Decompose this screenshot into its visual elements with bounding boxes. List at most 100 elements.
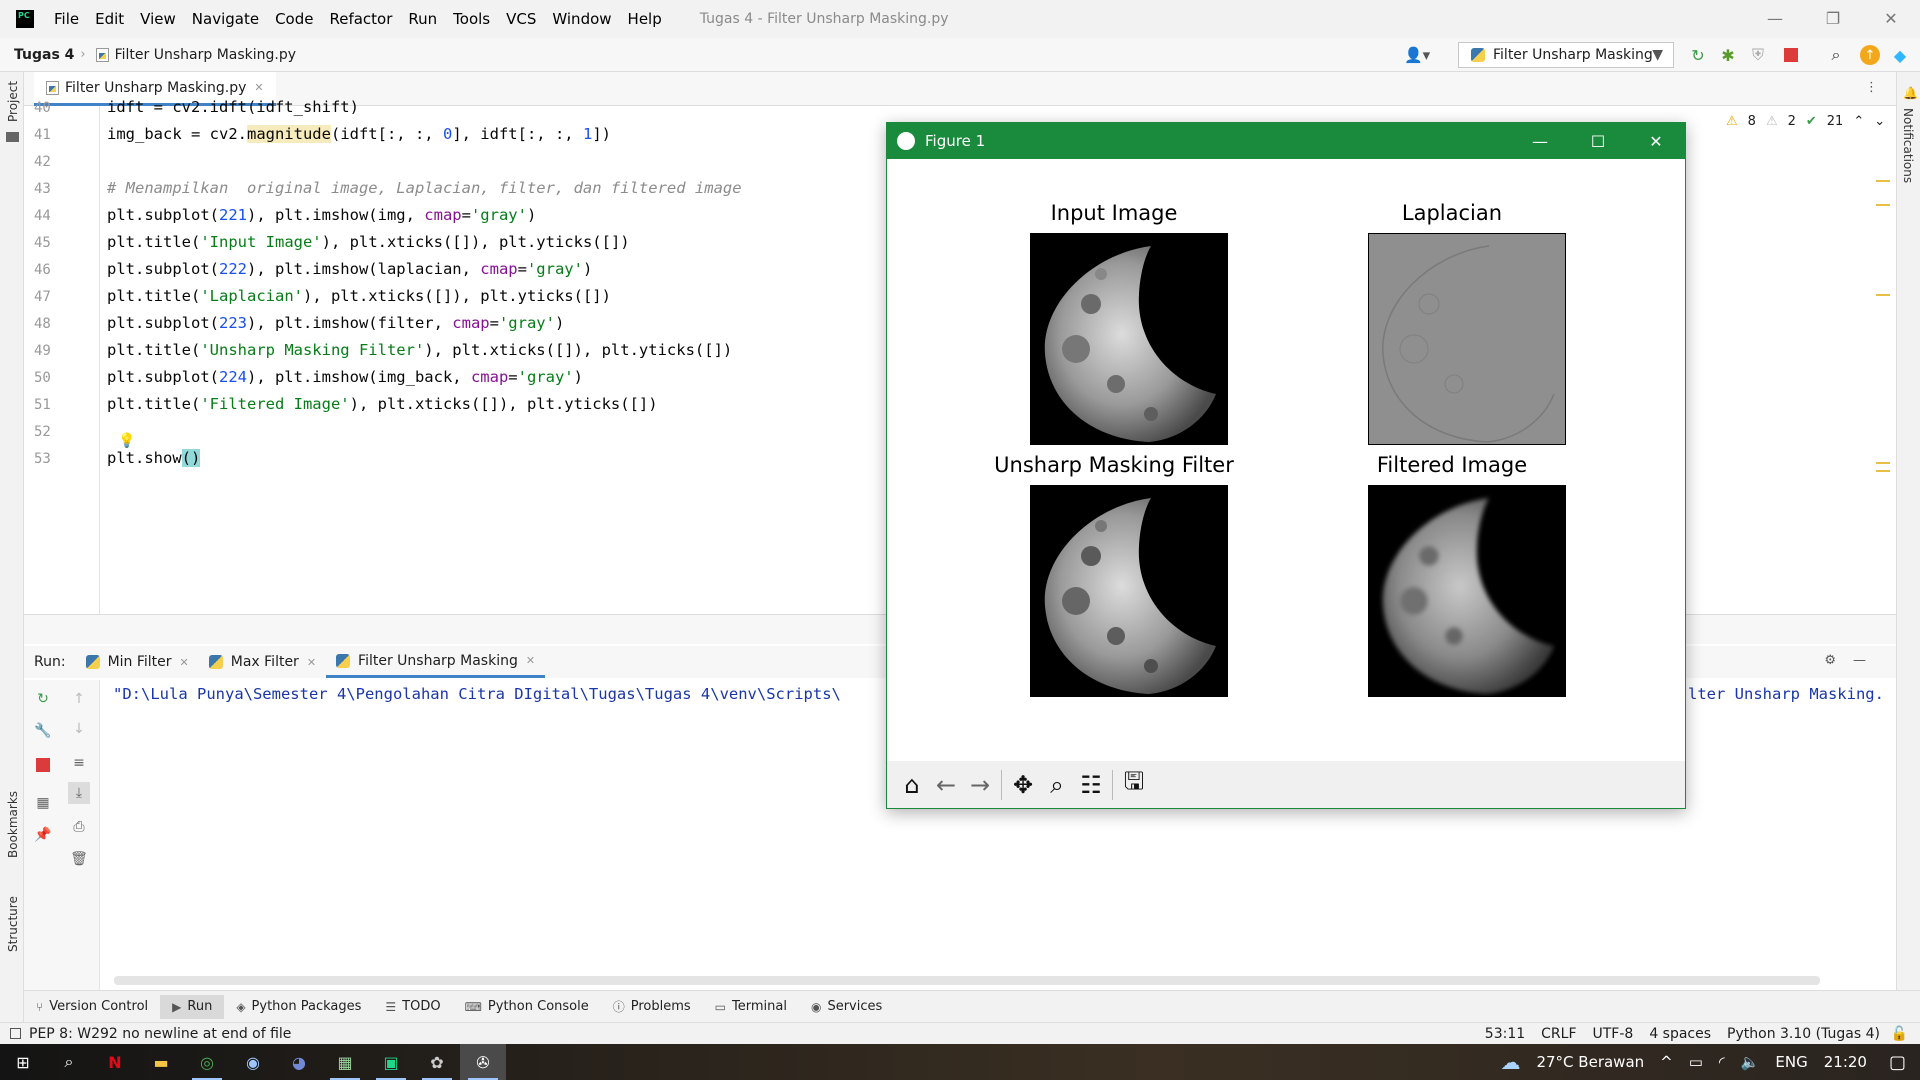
close-tab-icon[interactable]: ✕ xyxy=(254,81,263,94)
hide-panel-icon[interactable]: — xyxy=(1853,653,1866,668)
breadcrumb-project[interactable]: Tugas 4 xyxy=(0,47,74,63)
terminal-tool-button[interactable]: ▭ Terminal xyxy=(703,995,799,1019)
problems-tool-button[interactable]: ⓘ Problems xyxy=(601,995,703,1019)
jetbrains-icon[interactable]: ◆ xyxy=(1890,45,1910,65)
home-icon[interactable]: ⌂ xyxy=(895,768,929,802)
python-packages-tool-button[interactable]: ◈ Python Packages xyxy=(224,995,373,1019)
trash-icon[interactable]: 🗑 xyxy=(68,848,90,870)
calculator-icon[interactable]: ▦ xyxy=(322,1044,368,1080)
python-icon[interactable]: ✿ xyxy=(414,1044,460,1080)
user-icon[interactable]: 👤▾ xyxy=(1404,46,1430,64)
discord-icon[interactable]: ◕ xyxy=(276,1044,322,1080)
menu-tools[interactable]: Tools xyxy=(445,10,498,28)
scroll-to-end-icon[interactable]: ⤓ xyxy=(68,782,90,804)
clock[interactable]: 21:20 xyxy=(1816,1053,1875,1071)
windows-start-icon[interactable]: ⊞ xyxy=(0,1044,46,1080)
error-stripe-marker[interactable] xyxy=(1876,470,1890,472)
minimize-icon[interactable]: — xyxy=(1746,0,1804,36)
arrow-down-icon[interactable]: ↓ xyxy=(68,718,90,740)
line-separator[interactable]: CRLF xyxy=(1541,1026,1576,1042)
run-tab-filter-unsharp-masking[interactable]: Filter Unsharp Masking ✕ xyxy=(326,646,546,678)
status-toggle-icon[interactable] xyxy=(10,1028,21,1039)
weather-cloud-icon[interactable]: ☁ xyxy=(1492,1050,1528,1074)
back-arrow-icon[interactable]: ← xyxy=(929,768,963,802)
error-stripe-marker[interactable] xyxy=(1876,180,1890,182)
python-console-tool-button[interactable]: ⌨ Python Console xyxy=(453,995,601,1019)
menu-edit[interactable]: Edit xyxy=(87,10,132,28)
forward-arrow-icon[interactable]: → xyxy=(963,768,997,802)
error-stripe-marker[interactable] xyxy=(1876,462,1890,464)
pin-icon[interactable]: 📌 xyxy=(32,824,54,846)
bookmarks-tool-button[interactable]: Bookmarks xyxy=(6,791,20,858)
search-icon[interactable]: ⌕ xyxy=(46,1044,92,1080)
python-interpreter[interactable]: Python 3.10 (Tugas 4) xyxy=(1727,1026,1880,1042)
close-icon[interactable]: ✕ xyxy=(1862,0,1920,36)
run-config-select[interactable]: Filter Unsharp Masking ▼ xyxy=(1458,42,1674,68)
chevron-up-icon[interactable]: ^ xyxy=(1652,1053,1681,1071)
run-tool-button[interactable]: ▶ Run xyxy=(160,994,225,1019)
soft-wrap-icon[interactable]: ≡ xyxy=(68,752,90,774)
menu-navigate[interactable]: Navigate xyxy=(184,10,267,28)
chrome-icon[interactable]: ◎ xyxy=(184,1044,230,1080)
horizontal-scrollbar[interactable] xyxy=(114,976,1820,985)
stop-icon[interactable] xyxy=(36,758,50,772)
error-stripe-marker[interactable] xyxy=(1876,294,1890,296)
pycharm-icon[interactable]: ▣ xyxy=(368,1044,414,1080)
save-icon[interactable]: 🖫 xyxy=(1117,767,1151,802)
status-message[interactable]: PEP 8: W292 no newline at end of file xyxy=(29,1026,291,1042)
file-explorer-icon[interactable]: ▬ xyxy=(138,1044,184,1080)
chevron-down-icon[interactable]: ⌄ xyxy=(1874,114,1885,129)
settings-gear-icon[interactable]: ⚙ xyxy=(1824,653,1836,668)
rerun-icon[interactable]: ↻ xyxy=(32,688,54,710)
battery-icon[interactable]: ▭ xyxy=(1681,1053,1711,1071)
notification-center-icon[interactable]: ▢ xyxy=(1875,1052,1920,1073)
menu-vcs[interactable]: VCS xyxy=(498,10,544,28)
run-tab-max-filter[interactable]: Max Filter ✕ xyxy=(199,646,326,678)
version-control-tool-button[interactable]: ⑂ Version Control xyxy=(24,995,160,1019)
zoom-icon[interactable]: ⌕ xyxy=(1040,768,1074,802)
debug-icon[interactable]: ✱ xyxy=(1718,45,1738,65)
menu-file[interactable]: File xyxy=(46,10,87,28)
matplotlib-icon[interactable]: ✇ xyxy=(460,1044,506,1080)
lock-icon[interactable]: 🔓 xyxy=(1891,1026,1908,1042)
print-icon[interactable]: ⎙ xyxy=(68,816,90,838)
configure-subplots-icon[interactable]: ☷ xyxy=(1074,768,1108,802)
run-tab-min-filter[interactable]: Min Filter ✕ xyxy=(76,646,199,678)
layout-icon[interactable]: ▦ xyxy=(32,792,54,814)
restore-icon[interactable]: ❐ xyxy=(1804,0,1862,36)
error-stripe-marker[interactable] xyxy=(1876,204,1890,206)
caret-position[interactable]: 53:11 xyxy=(1485,1026,1525,1042)
menu-help[interactable]: Help xyxy=(620,10,670,28)
close-tab-icon[interactable]: ✕ xyxy=(526,654,535,667)
structure-tool-button[interactable]: Structure xyxy=(6,896,20,952)
language-indicator[interactable]: ENG xyxy=(1767,1053,1815,1071)
netflix-icon[interactable]: N xyxy=(92,1044,138,1080)
close-tab-icon[interactable]: ✕ xyxy=(180,656,189,669)
arrow-up-icon[interactable]: ↑ xyxy=(68,688,90,710)
wifi-icon[interactable]: ◜ xyxy=(1711,1053,1733,1071)
file-encoding[interactable]: UTF-8 xyxy=(1593,1026,1634,1042)
project-tool-button[interactable]: Project xyxy=(6,81,20,122)
more-options-icon[interactable]: ⋮ xyxy=(1865,80,1878,95)
rerun-icon[interactable]: ↻ xyxy=(1688,45,1708,65)
menu-window[interactable]: Window xyxy=(544,10,619,28)
close-tab-icon[interactable]: ✕ xyxy=(307,656,316,669)
coverage-icon[interactable]: ⛨ xyxy=(1748,45,1768,65)
update-icon[interactable]: ↑ xyxy=(1860,45,1880,65)
close-icon[interactable]: ✕ xyxy=(1627,123,1685,159)
menu-view[interactable]: View xyxy=(132,10,184,28)
menu-code[interactable]: Code xyxy=(267,10,321,28)
maximize-icon[interactable]: ☐ xyxy=(1569,123,1627,159)
stop-icon[interactable] xyxy=(1784,48,1798,62)
inspection-widget[interactable]: ⚠ 8 ⚠ 2 ✔ 21 ⌃ ⌄ xyxy=(1726,114,1885,129)
wrench-icon[interactable]: 🔧 xyxy=(32,720,54,742)
indent-setting[interactable]: 4 spaces xyxy=(1649,1026,1711,1042)
pan-icon[interactable]: ✥ xyxy=(1006,768,1040,802)
notifications-tool-button[interactable]: Notifications xyxy=(1901,108,1915,183)
chevron-up-icon[interactable]: ⌃ xyxy=(1853,114,1864,129)
steam-icon[interactable]: ◉ xyxy=(230,1044,276,1080)
todo-tool-button[interactable]: ☰ TODO xyxy=(373,995,452,1019)
breadcrumb-file[interactable]: Filter Unsharp Masking.py xyxy=(115,47,296,63)
minimize-icon[interactable]: — xyxy=(1511,123,1569,159)
search-icon[interactable]: ⌕ xyxy=(1826,45,1846,65)
